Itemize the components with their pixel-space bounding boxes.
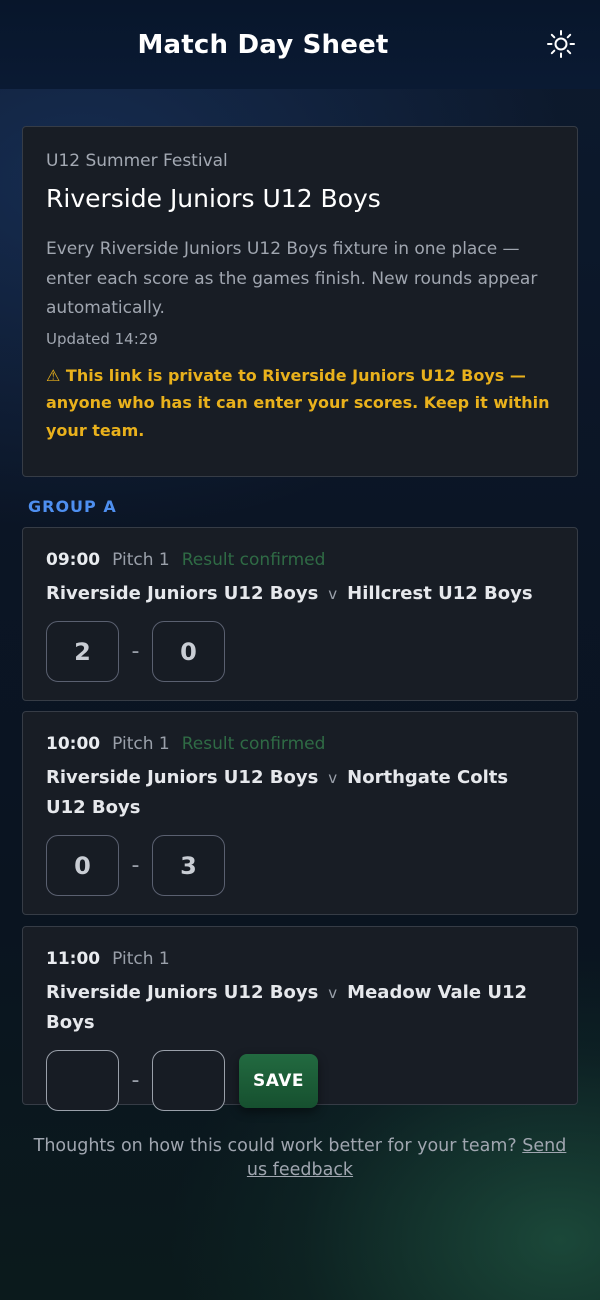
- match-pitch: Pitch 1: [112, 550, 170, 570]
- versus-label: v: [328, 585, 338, 603]
- match-card: 10:00 Pitch 1 Result confirmed Riverside…: [22, 711, 578, 915]
- feedback-footer: Thoughts on how this could work better f…: [30, 1134, 570, 1182]
- event-name: U12 Summer Festival: [46, 151, 228, 171]
- home-score: 0: [46, 835, 119, 896]
- match-pitch: Pitch 1: [112, 949, 170, 969]
- score-row: 2 - 0: [46, 621, 553, 682]
- result-status: Result confirmed: [181, 550, 326, 570]
- group-label: GROUP A: [28, 497, 117, 516]
- match-card: 09:00 Pitch 1 Result confirmed Riverside…: [22, 527, 578, 701]
- feedback-text: Thoughts on how this could work better f…: [33, 1136, 517, 1156]
- private-link-warning: ⚠ This link is private to Riverside Juni…: [46, 365, 550, 440]
- home-team: Riverside Juniors U12 Boys: [46, 767, 319, 788]
- home-score-input[interactable]: [46, 1050, 119, 1111]
- updated-timestamp: Updated 14:29: [46, 329, 158, 348]
- match-teams: Riverside Juniors U12 Boys v Meadow Vale U…: [46, 978, 553, 1038]
- score-separator: -: [131, 1068, 140, 1093]
- match-meta: 11:00 Pitch 1: [46, 949, 553, 969]
- match-meta: 09:00 Pitch 1 Result confirmed: [46, 550, 553, 570]
- match-teams: Riverside Juniors U12 Boys v Hillcrest U12…: [46, 579, 553, 609]
- match-time: 09:00: [46, 550, 101, 570]
- match-pitch: Pitch 1: [112, 734, 170, 754]
- match-card: 11:00 Pitch 1 Riverside Juniors U12 Boys…: [22, 926, 578, 1111]
- home-score: 2: [46, 621, 119, 682]
- away-score-input[interactable]: [152, 1050, 225, 1111]
- match-meta: 10:00 Pitch 1 Result confirmed: [46, 734, 553, 754]
- app-header: Match Day Sheet: [0, 0, 600, 89]
- away-team: Hillcrest U12 Boys: [347, 583, 533, 604]
- match-time: 11:00: [46, 949, 101, 969]
- home-team: Riverside Juniors U12 Boys: [46, 982, 319, 1003]
- score-row: 0 - 3: [46, 835, 553, 896]
- home-team: Riverside Juniors U12 Boys: [46, 583, 319, 604]
- score-row: - SAVE: [46, 1050, 553, 1111]
- versus-label: v: [328, 769, 338, 787]
- team-name: Riverside Juniors U12 Boys: [46, 184, 381, 213]
- result-status: Result confirmed: [181, 734, 326, 754]
- page-title: Match Day Sheet: [137, 29, 389, 60]
- away-score: 3: [152, 835, 225, 896]
- team-info-card: U12 Summer Festival Riverside Juniors U1…: [22, 126, 578, 477]
- score-separator: -: [131, 639, 140, 664]
- description: Every Riverside Juniors U12 Boys fixture…: [46, 239, 538, 318]
- match-time: 10:00: [46, 734, 101, 754]
- match-teams: Riverside Juniors U12 Boys v Northgate Col…: [46, 763, 553, 823]
- away-score: 0: [152, 621, 225, 682]
- sun-icon: [547, 30, 575, 58]
- theme-toggle-button[interactable]: [546, 29, 576, 59]
- versus-label: v: [328, 984, 338, 1002]
- save-button[interactable]: SAVE: [239, 1053, 318, 1108]
- score-separator: -: [131, 853, 140, 878]
